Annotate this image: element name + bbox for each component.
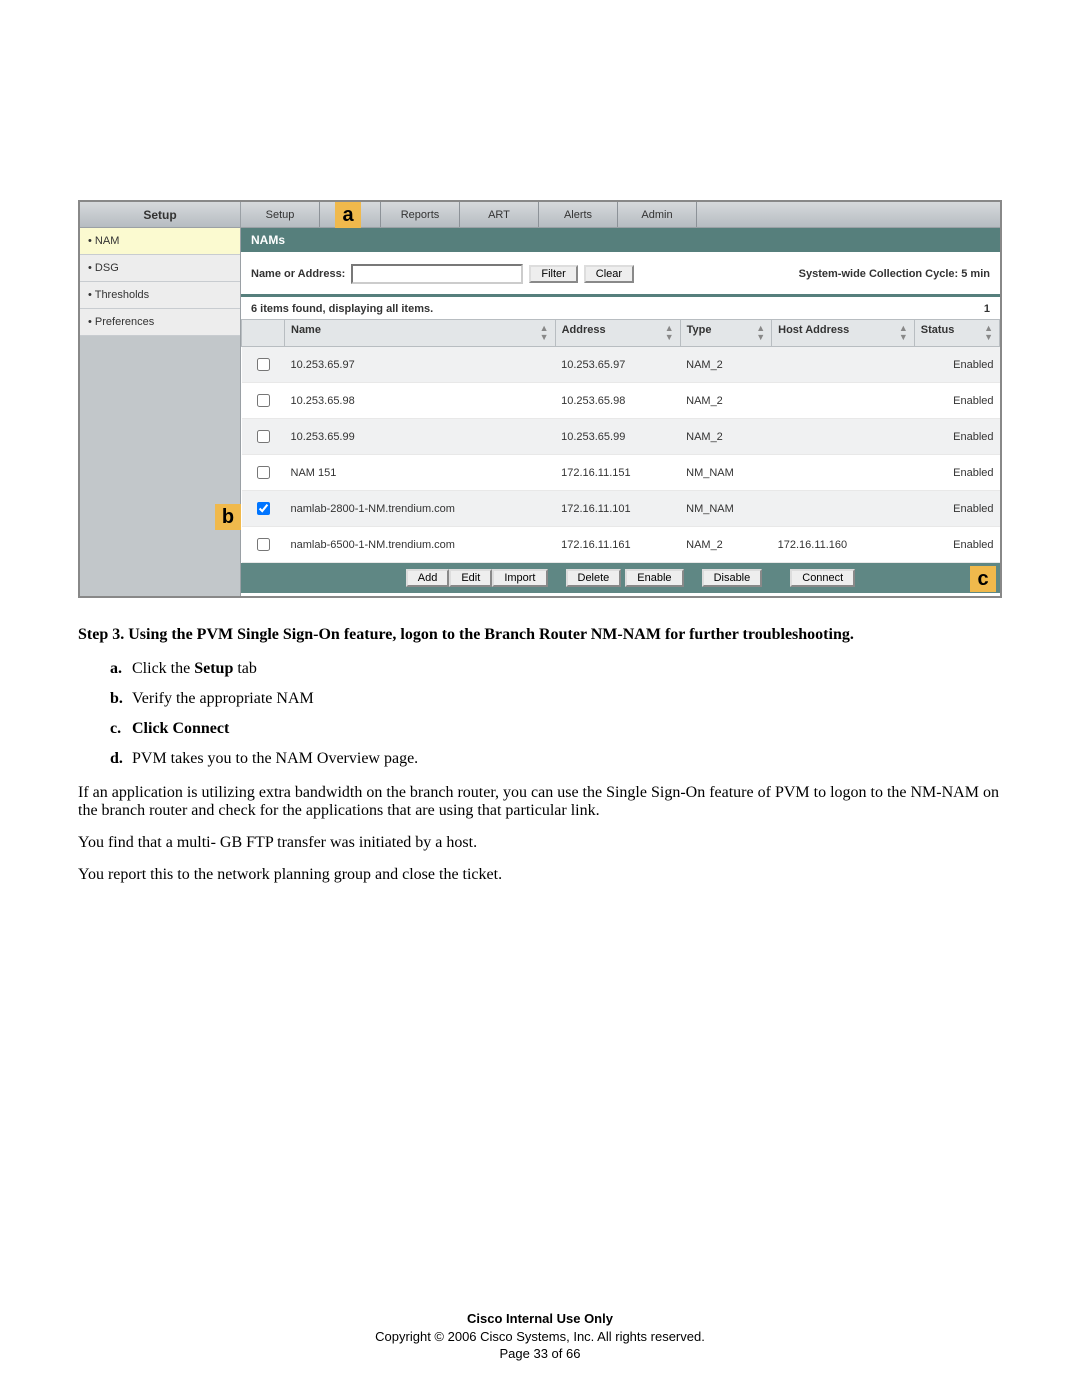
callout-a: a (335, 202, 361, 228)
cell-name: 10.253.65.98 (285, 383, 556, 419)
step-heading: Step 3. Using the PVM Single Sign-On fea… (78, 626, 1002, 644)
paragraph-1: If an application is utilizing extra ban… (78, 784, 1002, 820)
tab-alerts[interactable]: Alerts (539, 202, 618, 227)
table-row: namlab-2800-1-NM.trendium.com172.16.11.1… (242, 491, 1000, 527)
table-row: namlab-6500-1-NM.trendium.com172.16.11.1… (242, 527, 1000, 563)
cell-address: 172.16.11.151 (555, 455, 680, 491)
col-address[interactable]: Address▲▼ (555, 320, 680, 347)
callout-b: b (215, 504, 241, 530)
row-checkbox[interactable] (257, 538, 270, 551)
filter-input[interactable] (351, 264, 523, 284)
paragraph-3: You report this to the network planning … (78, 866, 1002, 884)
cell-name: 10.253.65.97 (285, 347, 556, 383)
clear-button[interactable]: Clear (584, 265, 634, 283)
tab-art[interactable]: ART (460, 202, 539, 227)
cell-host (772, 419, 915, 455)
paragraph-2: You find that a multi- GB FTP transfer w… (78, 834, 1002, 852)
col-host[interactable]: Host Address▲▼ (772, 320, 915, 347)
row-checkbox[interactable] (257, 466, 270, 479)
cell-type: NAM_2 (680, 527, 772, 563)
cell-address: 10.253.65.99 (555, 419, 680, 455)
delete-button[interactable]: Delete (566, 569, 622, 587)
cell-address: 10.253.65.97 (555, 347, 680, 383)
panel-title: NAMs (241, 228, 1000, 252)
add-button[interactable]: Add (406, 569, 450, 587)
page-footer: Cisco Internal Use Only Copyright © 2006… (0, 1310, 1080, 1363)
cell-type: NM_NAM (680, 491, 772, 527)
cell-type: NAM_2 (680, 347, 772, 383)
cell-status: Enabled (914, 347, 999, 383)
connect-button[interactable]: Connect (790, 569, 855, 587)
nam-table: Name▲▼ Address▲▼ Type▲▼ Host Address▲▼ S… (241, 319, 1000, 563)
sidebar-item-dsg[interactable]: • DSG (80, 255, 240, 282)
cell-name: 10.253.65.99 (285, 419, 556, 455)
tab-admin[interactable]: Admin (618, 202, 697, 227)
page-number: 1 (984, 303, 990, 315)
sidebar-title: Setup (80, 202, 241, 228)
collection-cycle-label: System-wide Collection Cycle: 5 min (799, 268, 990, 280)
result-count: 6 items found, displaying all items. (251, 303, 433, 315)
cell-name: namlab-2800-1-NM.trendium.com (285, 491, 556, 527)
sidebar-item-preferences[interactable]: • Preferences (80, 309, 240, 336)
callout-c: c (970, 566, 996, 592)
edit-button[interactable]: Edit (449, 569, 492, 587)
cell-status: Enabled (914, 419, 999, 455)
import-button[interactable]: Import (492, 569, 547, 587)
filter-label: Name or Address: (251, 268, 345, 280)
pvm-screenshot: a Setup Setup or Reports ART Alerts Admi… (78, 200, 1002, 598)
document-body: Step 3. Using the PVM Single Sign-On fea… (78, 626, 1002, 884)
row-checkbox[interactable] (257, 358, 270, 371)
cell-host: 172.16.11.160 (772, 527, 915, 563)
cell-status: Enabled (914, 491, 999, 527)
row-checkbox[interactable] (257, 430, 270, 443)
enable-button[interactable]: Enable (625, 569, 683, 587)
row-checkbox[interactable] (257, 502, 270, 515)
sidebar-item-thresholds[interactable]: • Thresholds (80, 282, 240, 309)
cell-host (772, 491, 915, 527)
table-row: NAM 151172.16.11.151NM_NAM Enabled (242, 455, 1000, 491)
cell-host (772, 347, 915, 383)
col-type[interactable]: Type▲▼ (680, 320, 772, 347)
cell-type: NAM_2 (680, 383, 772, 419)
cell-type: NM_NAM (680, 455, 772, 491)
cell-type: NAM_2 (680, 419, 772, 455)
cell-address: 10.253.65.98 (555, 383, 680, 419)
sidebar: • NAM • DSG • Thresholds • Preferences (80, 228, 241, 596)
cell-status: Enabled (914, 383, 999, 419)
disable-button[interactable]: Disable (702, 569, 763, 587)
cell-host (772, 455, 915, 491)
action-bar: Add Edit Import Delete Enable Disable Co… (241, 563, 1000, 593)
filter-button[interactable]: Filter (529, 265, 577, 283)
cell-status: Enabled (914, 455, 999, 491)
cell-name: NAM 151 (285, 455, 556, 491)
cell-host (772, 383, 915, 419)
cell-address: 172.16.11.101 (555, 491, 680, 527)
cell-name: namlab-6500-1-NM.trendium.com (285, 527, 556, 563)
tab-reports[interactable]: Reports (381, 202, 460, 227)
col-status[interactable]: Status▲▼ (914, 320, 999, 347)
table-row: 10.253.65.9910.253.65.99NAM_2Enabled (242, 419, 1000, 455)
cell-status: Enabled (914, 527, 999, 563)
cell-address: 172.16.11.161 (555, 527, 680, 563)
table-row: 10.253.65.9710.253.65.97NAM_2Enabled (242, 347, 1000, 383)
tab-setup[interactable]: Setup (241, 202, 320, 227)
step-list: a.Click the Setup tab b.Verify the appro… (78, 660, 1002, 768)
table-row: 10.253.65.9810.253.65.98NAM_2Enabled (242, 383, 1000, 419)
col-name[interactable]: Name▲▼ (285, 320, 556, 347)
row-checkbox[interactable] (257, 394, 270, 407)
sidebar-item-nam[interactable]: • NAM (80, 228, 240, 255)
